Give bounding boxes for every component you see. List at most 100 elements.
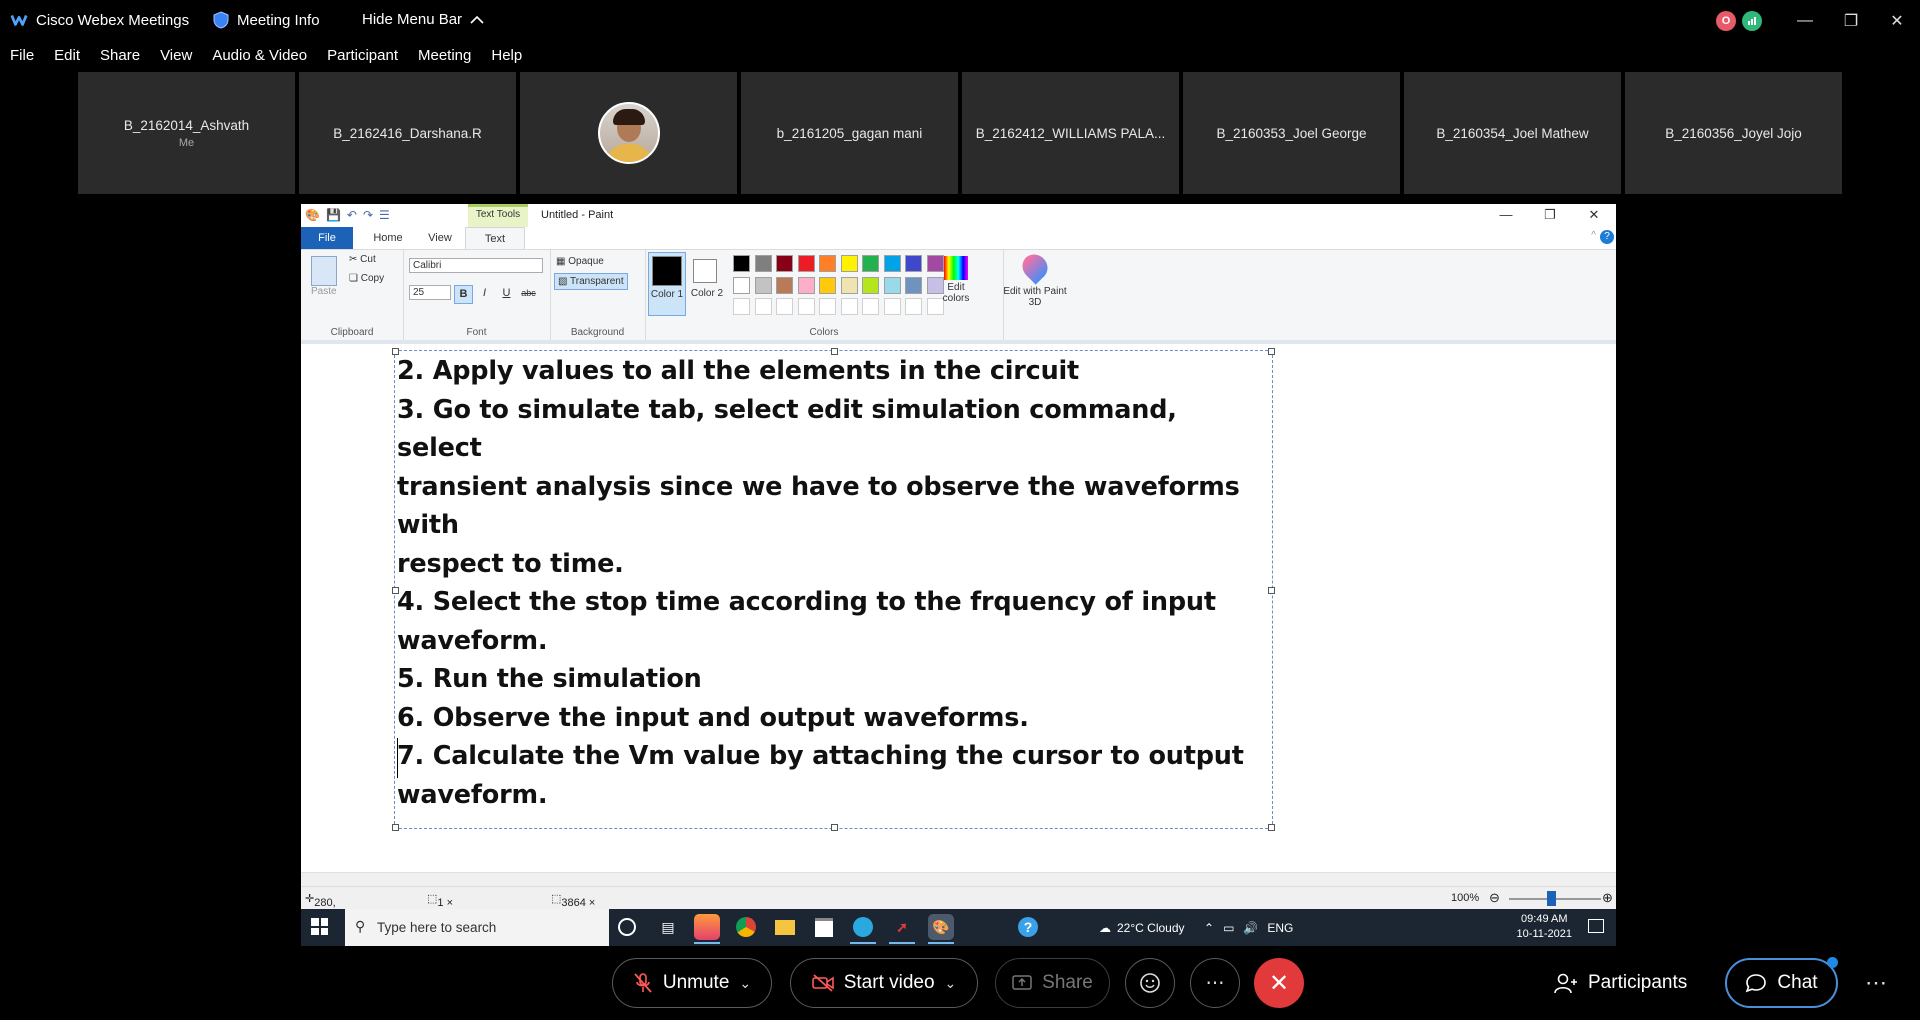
share-button[interactable]: Share xyxy=(995,958,1110,1008)
color-swatch[interactable] xyxy=(819,276,836,294)
undo-icon[interactable]: ↶ xyxy=(347,208,357,222)
strikethrough-button[interactable]: abc xyxy=(520,285,537,302)
windows-start-icon[interactable] xyxy=(311,918,328,935)
transparent-button[interactable]: ▧ Transparent xyxy=(554,273,628,290)
notification-icon[interactable] xyxy=(1588,919,1604,933)
bold-button[interactable]: B xyxy=(454,285,473,304)
tab-view[interactable]: View xyxy=(415,227,465,249)
color-swatch[interactable] xyxy=(819,298,836,315)
menu-edit[interactable]: Edit xyxy=(44,42,90,72)
color-swatch[interactable] xyxy=(797,255,815,272)
color-swatch[interactable] xyxy=(754,298,772,315)
paste-icon[interactable] xyxy=(311,256,337,286)
zoom-slider-thumb[interactable] xyxy=(1547,891,1556,906)
cut-button[interactable]: ✂ Cut xyxy=(349,254,376,265)
redo-icon[interactable]: ↷ xyxy=(363,208,373,222)
resize-handle[interactable] xyxy=(392,824,399,831)
status-badge[interactable]: O xyxy=(1716,11,1736,31)
color-swatch[interactable] xyxy=(733,276,750,294)
underline-button[interactable]: U xyxy=(498,285,515,302)
more-menu-icon[interactable]: ⋯ xyxy=(1865,970,1887,996)
task-view-icon[interactable]: ▤ xyxy=(655,914,681,940)
microsoft-store-icon[interactable] xyxy=(811,914,837,940)
menu-file[interactable]: File xyxy=(0,42,44,72)
menu-meeting[interactable]: Meeting xyxy=(408,42,481,72)
participant-tile[interactable]: B_2162416_Darshana.R xyxy=(299,72,516,194)
color-swatch[interactable] xyxy=(776,276,793,294)
taskbar-clock[interactable]: 09:49 AM 10-11-2021 xyxy=(1517,912,1572,942)
more-options-button[interactable]: ⋯ xyxy=(1190,958,1240,1008)
language-indicator[interactable]: ENG xyxy=(1267,921,1293,935)
color1-button[interactable]: Color 1 xyxy=(648,252,686,316)
chat-button[interactable]: Chat xyxy=(1725,958,1838,1008)
start-video-button[interactable]: Start video ⌄ xyxy=(790,958,978,1008)
menu-share[interactable]: Share xyxy=(90,42,150,72)
text-content[interactable]: 2. Apply values to all the elements in t… xyxy=(397,352,1270,814)
zoom-out-icon[interactable]: ⊖ xyxy=(1489,890,1500,906)
participant-tile[interactable]: B_2160356_Joyel Jojo xyxy=(1625,72,1842,194)
opaque-button[interactable]: ▦ Opaque xyxy=(556,256,604,267)
meeting-info-button[interactable]: Meeting Info xyxy=(213,11,320,29)
paint-taskbar-icon[interactable]: 🎨 xyxy=(928,914,954,944)
ribbon-collapse-icon[interactable]: ^ xyxy=(1591,230,1596,241)
color-swatch[interactable] xyxy=(862,298,879,315)
color-swatch[interactable] xyxy=(883,255,901,272)
color-swatch[interactable] xyxy=(776,255,793,272)
color-swatch[interactable] xyxy=(883,276,901,294)
tab-file[interactable]: File xyxy=(301,227,353,249)
color-swatch[interactable] xyxy=(905,298,922,315)
customize-toolbar-icon[interactable]: ☰ xyxy=(379,208,390,222)
color-swatch[interactable] xyxy=(797,298,815,315)
menu-audio-video[interactable]: Audio & Video xyxy=(202,42,317,72)
color-swatch[interactable] xyxy=(840,276,858,294)
color-swatch[interactable] xyxy=(754,255,772,272)
cortana-icon[interactable] xyxy=(614,914,640,940)
participant-tile[interactable]: b_2161205_gagan mani xyxy=(741,72,958,194)
edit-colors-button[interactable]: Edit colors xyxy=(941,252,971,314)
font-size-select[interactable]: 25 xyxy=(409,285,451,300)
tab-text[interactable]: Text xyxy=(465,227,525,250)
paint3d-group[interactable]: Edit with Paint 3D xyxy=(1003,249,1067,341)
color-swatch[interactable] xyxy=(883,298,901,315)
paint-close-button[interactable]: ✕ xyxy=(1572,204,1616,226)
chrome-icon[interactable] xyxy=(733,914,759,940)
edge-icon[interactable] xyxy=(850,914,876,944)
italic-button[interactable]: I xyxy=(476,285,493,302)
copy-button[interactable]: ❏ Copy xyxy=(349,273,384,284)
color-swatch[interactable] xyxy=(862,276,879,294)
participant-tile[interactable]: B_2160353_Joel George xyxy=(1183,72,1400,194)
minimize-button[interactable]: — xyxy=(1782,0,1828,42)
battery-icon[interactable]: ▭ xyxy=(1223,921,1234,935)
unmute-button[interactable]: Unmute ⌄ xyxy=(612,958,772,1008)
participant-tile[interactable]: B_2162412_WILLIAMS PALA... xyxy=(962,72,1179,194)
color-swatch[interactable] xyxy=(733,255,750,272)
reactions-button[interactable] xyxy=(1125,958,1175,1008)
end-meeting-button[interactable]: ✕ xyxy=(1254,958,1304,1008)
ltspice-icon[interactable]: ➚ xyxy=(889,914,915,944)
resize-handle[interactable] xyxy=(1268,824,1275,831)
network-stats-icon[interactable] xyxy=(1742,11,1762,31)
color-swatch[interactable] xyxy=(797,276,815,294)
save-icon[interactable]: 💾 xyxy=(326,208,341,222)
paint-restore-button[interactable]: ❐ xyxy=(1528,204,1572,226)
hide-menu-bar-button[interactable]: Hide Menu Bar xyxy=(362,11,484,28)
participant-tile[interactable]: B_2160354_Joel Mathew xyxy=(1404,72,1621,194)
font-family-select[interactable]: Calibri xyxy=(409,258,543,273)
paint-canvas[interactable]: 2. Apply values to all the elements in t… xyxy=(301,340,1616,876)
volume-icon[interactable]: 🔊 xyxy=(1243,921,1258,935)
restore-button[interactable]: ❐ xyxy=(1828,0,1874,42)
chevron-down-icon[interactable]: ⌄ xyxy=(945,975,957,992)
color-swatch[interactable] xyxy=(776,298,793,315)
color-swatch[interactable] xyxy=(840,298,858,315)
chevron-down-icon[interactable]: ⌄ xyxy=(739,975,751,992)
tab-home[interactable]: Home xyxy=(363,227,413,249)
color-swatch[interactable] xyxy=(819,255,836,272)
participants-button[interactable]: Participants xyxy=(1554,958,1687,1008)
color-swatch[interactable] xyxy=(733,298,750,315)
color-swatch[interactable] xyxy=(840,255,858,272)
taskbar-search-box[interactable]: ⚲ Type here to search xyxy=(345,909,609,946)
color-swatch[interactable] xyxy=(754,276,772,294)
menu-view[interactable]: View xyxy=(150,42,202,72)
zoom-in-icon[interactable]: ⊕ xyxy=(1602,890,1613,906)
close-button[interactable]: ✕ xyxy=(1874,0,1920,42)
